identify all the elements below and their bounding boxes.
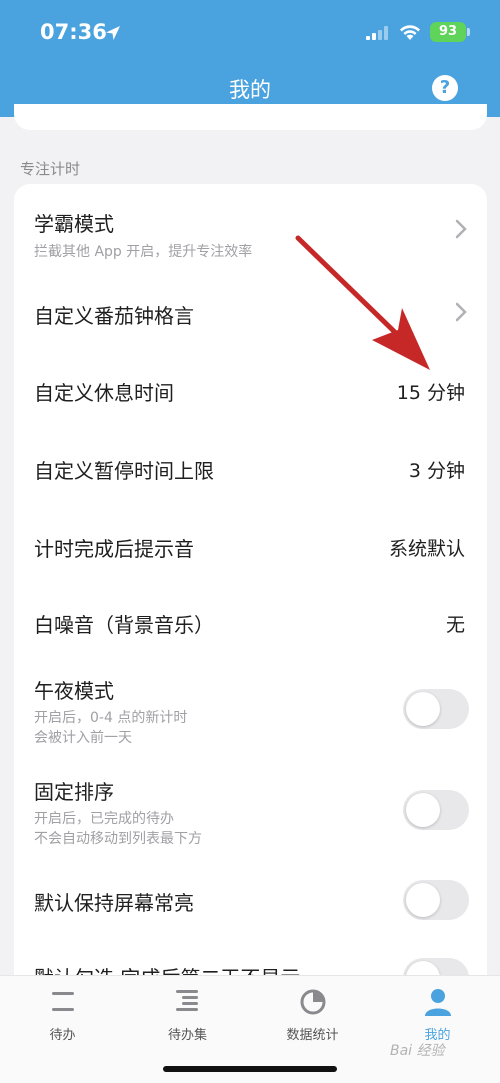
list-collection-icon — [175, 990, 198, 1011]
help-button[interactable]: ? — [432, 75, 458, 101]
tab-mine[interactable]: 我的 — [375, 986, 500, 1043]
tab-todo-collection[interactable]: 待办集 — [125, 986, 250, 1043]
setting-title: 白噪音（背景音乐） — [34, 613, 214, 637]
chevron-right-icon — [455, 219, 467, 239]
setting-title: 固定排序 — [34, 780, 114, 804]
setting-subtitle: 开启后，已完成的待办 — [34, 811, 174, 827]
setting-title: 自定义番茄钟格言 — [34, 304, 194, 328]
setting-value: 3 分钟 — [408, 460, 465, 482]
battery-nub — [467, 28, 470, 36]
previous-card-edge — [14, 104, 487, 130]
setting-title: 学霸模式 — [34, 212, 114, 236]
toggle-knob — [406, 883, 440, 917]
page-title: 我的 — [229, 78, 271, 102]
question-circle-icon: ? — [439, 77, 451, 98]
list-icon — [51, 992, 74, 1011]
status-time: 07:36 — [40, 20, 107, 44]
section-label: 专注计时 — [20, 160, 81, 178]
setting-finish-sound[interactable]: 计时完成后提示音 系统默认 — [14, 506, 487, 584]
setting-subtitle: 不会自动移动到列表最下方 — [34, 831, 202, 847]
setting-title: 默认保持屏幕常亮 — [34, 891, 194, 915]
keep-screen-on-toggle[interactable] — [403, 880, 469, 920]
battery-indicator: 93 — [430, 22, 466, 42]
tab-label: 待办 — [49, 1028, 76, 1043]
setting-title: 计时完成后提示音 — [34, 537, 194, 561]
wifi-icon — [400, 25, 420, 40]
setting-value: 系统默认 — [388, 538, 465, 560]
setting-white-noise[interactable]: 白噪音（背景音乐） 无 — [14, 584, 487, 662]
location-arrow-icon — [106, 26, 120, 40]
tab-label: 数据统计 — [286, 1028, 339, 1043]
watermark: Bai 经验 — [390, 1043, 445, 1059]
setting-title: 自定义暂停时间上限 — [34, 459, 214, 483]
header-bar: 07:36 93 我的 ? — [0, 0, 500, 117]
setting-subtitle: 开启后，0-4 点的新计时 — [34, 710, 188, 726]
toggle-knob — [406, 692, 440, 726]
tab-statistics[interactable]: 数据统计 — [250, 986, 375, 1043]
setting-fixed-sort: 固定排序 开启后，已完成的待办 不会自动移动到列表最下方 — [14, 762, 487, 862]
toggle-knob — [406, 793, 440, 827]
cellular-signal-icon — [366, 26, 388, 40]
home-indicator — [163, 1066, 337, 1072]
pie-chart-icon — [300, 989, 325, 1015]
tab-label: 待办集 — [167, 1028, 207, 1043]
setting-subtitle: 会被计入前一天 — [34, 730, 132, 746]
setting-subtitle: 拦截其他 App 开启，提升专注效率 — [34, 244, 253, 260]
fixed-sort-toggle[interactable] — [403, 790, 469, 830]
person-icon — [424, 989, 451, 1016]
setting-title: 午夜模式 — [34, 679, 114, 703]
annotation-arrow-icon — [295, 235, 430, 370]
setting-title: 自定义休息时间 — [34, 381, 174, 405]
setting-keep-screen-on: 默认保持屏幕常亮 — [14, 862, 487, 940]
setting-value: 无 — [445, 614, 465, 636]
setting-pause-limit[interactable]: 自定义暂停时间上限 3 分钟 — [14, 428, 487, 506]
midnight-mode-toggle[interactable] — [403, 689, 469, 729]
tab-todo[interactable]: 待办 — [0, 986, 125, 1043]
chevron-right-icon — [455, 302, 467, 322]
setting-midnight-mode: 午夜模式 开启后，0-4 点的新计时 会被计入前一天 — [14, 662, 487, 762]
